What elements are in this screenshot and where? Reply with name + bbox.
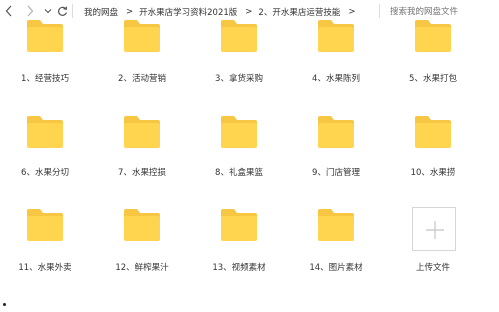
upload-label: 上传文件 — [415, 263, 450, 273]
folder-icon — [219, 207, 259, 243]
bullet-dot — [3, 303, 6, 306]
search-input[interactable] — [390, 4, 490, 18]
folder-item[interactable]: 11、水果外卖 — [0, 207, 90, 287]
folder-icon — [316, 207, 356, 243]
folder-icon — [413, 18, 453, 54]
upload-tile[interactable]: 上传文件 — [388, 207, 478, 293]
folder-name: 11、水果外卖 — [18, 263, 72, 273]
folder-item[interactable]: 1、经营技巧 — [0, 18, 90, 98]
breadcrumb: 我的网盘 > 开水果店学习资料2021版 > 2、开水果店运营技能 > — [84, 4, 361, 19]
folder-icon — [316, 18, 356, 54]
folder-name: 14、图片素材 — [309, 263, 363, 273]
folder-item[interactable]: 3、拿货采购 — [194, 18, 284, 98]
folder-item[interactable]: 5、水果打包 — [388, 18, 478, 98]
chevron-right-icon — [27, 5, 34, 17]
folder-icon — [25, 207, 65, 243]
breadcrumb-separator: > — [348, 6, 356, 17]
folder-name: 5、水果打包 — [409, 74, 457, 84]
plus-icon — [426, 221, 444, 239]
breadcrumb-item-course[interactable]: 开水果店学习资料2021版 — [139, 6, 237, 18]
folder-item[interactable]: 4、水果陈列 — [291, 18, 381, 98]
folder-name: 1、经营技巧 — [21, 74, 69, 84]
folder-icon — [413, 114, 453, 150]
folder-item[interactable]: 9、门店管理 — [291, 114, 381, 194]
breadcrumb-item-root[interactable]: 我的网盘 — [84, 6, 118, 18]
folder-item[interactable]: 13、视频素材 — [194, 207, 284, 287]
folder-icon — [25, 114, 65, 150]
folder-item[interactable]: 12、鲜榨果汁 — [97, 207, 187, 287]
folder-name: 13、视频素材 — [212, 263, 266, 273]
chevron-left-icon — [5, 5, 12, 17]
folder-name: 7、水果控损 — [118, 168, 166, 178]
folder-icon — [219, 18, 259, 54]
folder-icon — [219, 114, 259, 150]
breadcrumb-separator: > — [245, 6, 253, 17]
breadcrumb-item-current[interactable]: 2、开水果店运营技能 — [258, 6, 340, 18]
folder-name: 12、鲜榨果汁 — [115, 263, 169, 273]
history-dropdown-button[interactable] — [41, 3, 55, 19]
folder-icon — [25, 18, 65, 54]
refresh-icon — [57, 6, 67, 16]
forward-button[interactable] — [23, 3, 37, 19]
folder-icon — [122, 207, 162, 243]
folder-name: 10、水果捞 — [410, 168, 456, 178]
folder-item[interactable]: 10、水果捞 — [388, 114, 478, 194]
folder-icon — [122, 18, 162, 54]
folder-item[interactable]: 8、礼盒果篮 — [194, 114, 284, 194]
folder-icon — [122, 114, 162, 150]
back-button[interactable] — [2, 3, 16, 19]
folder-name: 3、拿货采购 — [215, 74, 263, 84]
breadcrumb-separator: > — [126, 6, 134, 17]
folder-name: 8、礼盒果篮 — [215, 168, 263, 178]
folder-icon — [316, 114, 356, 150]
folder-item[interactable]: 2、活动营销 — [97, 18, 187, 98]
folder-item[interactable]: 7、水果控损 — [97, 114, 187, 194]
chevron-down-icon — [44, 9, 52, 14]
folder-name: 4、水果陈列 — [312, 74, 360, 84]
folder-name: 9、门店管理 — [312, 168, 360, 178]
toolbar-divider — [72, 4, 73, 18]
refresh-button[interactable] — [55, 3, 69, 19]
folder-name: 6、水果分切 — [21, 168, 69, 178]
search-divider — [379, 4, 380, 18]
folder-name: 2、活动营销 — [118, 74, 166, 84]
folder-item[interactable]: 14、图片素材 — [291, 207, 381, 287]
folder-item[interactable]: 6、水果分切 — [0, 114, 90, 194]
upload-button[interactable] — [412, 207, 456, 251]
